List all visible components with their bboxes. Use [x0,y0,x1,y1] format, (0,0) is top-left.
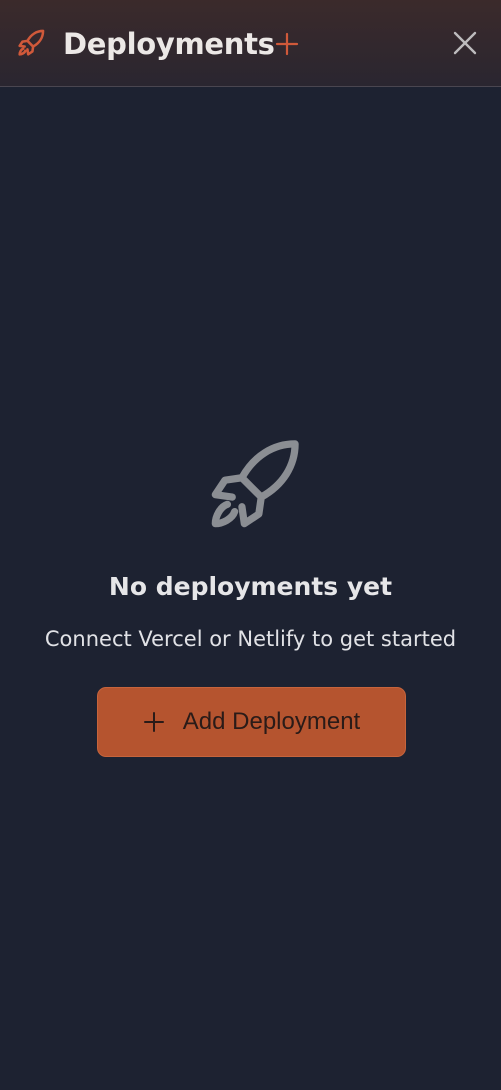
empty-state-title: No deployments yet [108,572,393,601]
deployments-panel: Deployments No deployments yet Connect V… [0,0,501,1090]
rocket-icon [196,427,312,543]
add-deployment-plus-icon[interactable] [273,30,301,58]
panel-header: Deployments [0,0,501,87]
add-deployment-button[interactable]: Add Deployment [97,687,406,757]
empty-state-subtitle: Connect Vercel or Netlify to get started [44,627,457,651]
add-deployment-label: Add Deployment [182,708,361,735]
panel-title: Deployments [63,27,275,61]
rocket-icon [14,26,48,60]
close-icon[interactable] [449,27,481,59]
plus-icon [143,711,165,733]
empty-state: No deployments yet Connect Vercel or Net… [0,87,501,1090]
